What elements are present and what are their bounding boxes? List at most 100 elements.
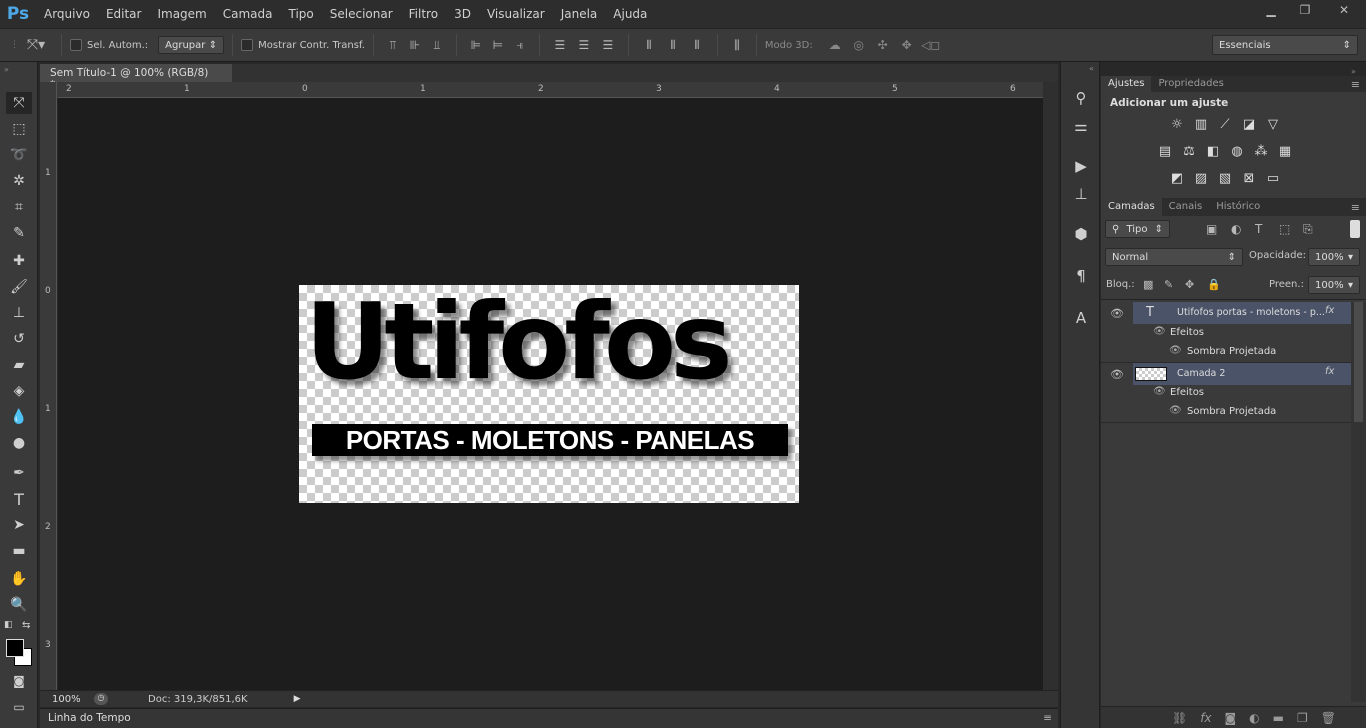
levels-icon[interactable]: ▥ bbox=[1192, 116, 1210, 132]
collapse-icon[interactable]: » bbox=[1351, 67, 1356, 76]
menu-selecionar[interactable]: Selecionar bbox=[322, 0, 401, 28]
menu-arquivo[interactable]: Arquivo bbox=[36, 0, 98, 28]
panel-menu-icon[interactable]: ≡ bbox=[1043, 712, 1052, 724]
menu-editar[interactable]: Editar bbox=[98, 0, 150, 28]
threshold-icon[interactable]: ▧ bbox=[1216, 170, 1234, 186]
paragraph-icon[interactable]: ¶ bbox=[1069, 264, 1093, 288]
filter-smart-object-icon[interactable]: ⎘ bbox=[1303, 222, 1313, 237]
crop-tool-icon[interactable]: ⌗ bbox=[6, 196, 32, 218]
marquee-tool-icon[interactable]: ⬚ bbox=[6, 118, 32, 140]
quick-mask-icon[interactable]: ◙ bbox=[6, 670, 32, 692]
align-bottom-icon[interactable]: ⫫ bbox=[426, 38, 448, 53]
visibility-eye-icon[interactable]: 👁 bbox=[1153, 326, 1166, 337]
layer-name[interactable]: Camada 2 bbox=[1177, 368, 1225, 379]
visibility-eye-icon[interactable]: 👁 bbox=[1169, 405, 1182, 416]
scrollbar-thumb[interactable] bbox=[1354, 302, 1363, 422]
photo-filter-icon[interactable]: ◍ bbox=[1228, 143, 1246, 159]
black-white-icon[interactable]: ◧ bbox=[1204, 143, 1222, 159]
minimize-button[interactable]: ▁ bbox=[1254, 0, 1288, 20]
auto-select-checkbox[interactable] bbox=[70, 39, 82, 51]
document-tab[interactable]: Sem Título-1 @ 100% (RGB/8) *× bbox=[40, 64, 232, 91]
healing-brush-tool-icon[interactable]: ✚ bbox=[6, 250, 32, 272]
brush-tool-icon[interactable]: 🖌 bbox=[6, 276, 32, 298]
document-canvas[interactable]: Utifofos PORTAS - MOLETONS - PANELAS bbox=[299, 285, 799, 503]
layers-scrollbar[interactable] bbox=[1351, 302, 1366, 702]
scale-3d-icon[interactable]: ◁◻ bbox=[919, 38, 943, 52]
hue-saturation-icon[interactable]: ▤ bbox=[1156, 143, 1174, 159]
slide-3d-icon[interactable]: ✥ bbox=[895, 38, 919, 52]
fx-icon[interactable]: fx bbox=[1325, 305, 1334, 316]
blur-tool-icon[interactable]: 💧 bbox=[6, 406, 32, 428]
add-mask-icon[interactable]: ◙ bbox=[1225, 711, 1237, 725]
link-layers-icon[interactable]: ⛓ bbox=[1172, 711, 1187, 725]
menu-3d[interactable]: 3D bbox=[446, 0, 479, 28]
path-selection-tool-icon[interactable]: ➤ bbox=[6, 514, 32, 536]
tab-propriedades[interactable]: Propriedades bbox=[1151, 76, 1230, 92]
tab-camadas[interactable]: Camadas bbox=[1101, 198, 1162, 216]
workspace-dropdown[interactable]: Essenciais ⇕ bbox=[1212, 35, 1358, 55]
delete-layer-icon[interactable]: 🗑 bbox=[1321, 711, 1336, 725]
filter-toggle[interactable] bbox=[1350, 220, 1360, 238]
gradient-map-icon[interactable]: ▭ bbox=[1264, 170, 1282, 186]
visibility-eye-icon[interactable]: 👁 bbox=[1169, 345, 1182, 356]
tagline-text-layer[interactable]: PORTAS - MOLETONS - PANELAS bbox=[312, 424, 788, 456]
show-transform-checkbox[interactable] bbox=[241, 39, 254, 51]
menu-tipo[interactable]: Tipo bbox=[281, 0, 322, 28]
zoom-tool-icon[interactable]: 🔍 bbox=[6, 594, 32, 616]
brush-settings-icon[interactable]: ⚌ bbox=[1069, 114, 1093, 138]
panel-menu-icon[interactable]: ≡ bbox=[1351, 201, 1360, 214]
align-hcenter-icon[interactable]: ⊨ bbox=[487, 38, 509, 52]
magic-wand-tool-icon[interactable]: ✲ bbox=[6, 170, 32, 192]
default-colors-icon[interactable]: ◧ bbox=[4, 620, 13, 630]
menu-ajuda[interactable]: Ajuda bbox=[605, 0, 655, 28]
dodge-tool-icon[interactable]: ● bbox=[6, 432, 32, 454]
vibrance-icon[interactable]: ▽ bbox=[1264, 116, 1282, 132]
new-layer-icon[interactable]: ❐ bbox=[1297, 711, 1308, 725]
status-menu-arrow-icon[interactable]: ▶ bbox=[294, 694, 301, 704]
lock-all-icon[interactable]: 🔒 bbox=[1207, 278, 1221, 291]
layer-filter-dropdown[interactable]: ⚲ Tipo ⇕ bbox=[1105, 220, 1170, 238]
foreground-color-swatch[interactable] bbox=[6, 639, 24, 657]
maximize-button[interactable]: ❐ bbox=[1288, 0, 1322, 20]
type-tool-icon[interactable]: T bbox=[6, 488, 32, 510]
roll-3d-icon[interactable]: ◎ bbox=[847, 38, 871, 52]
distribute-top-icon[interactable]: ☰ bbox=[548, 38, 572, 52]
lock-position-icon[interactable]: ✥ bbox=[1185, 278, 1194, 291]
collapse-icon[interactable]: » bbox=[4, 65, 9, 74]
menu-visualizar[interactable]: Visualizar bbox=[479, 0, 553, 28]
status-info-icon[interactable]: ◷ bbox=[94, 693, 108, 705]
layer-effects-row[interactable]: 👁 Efeitos bbox=[1101, 384, 1351, 403]
layer-effect-row[interactable]: 👁 Sombra Projetada bbox=[1101, 343, 1351, 362]
distribute-vcenter-icon[interactable]: ☰ bbox=[572, 38, 596, 52]
visibility-eye-icon[interactable]: 👁 bbox=[1110, 307, 1124, 320]
clone-stamp-tool-icon[interactable]: ⊥ bbox=[6, 302, 32, 324]
lock-image-icon[interactable]: ✎ bbox=[1164, 278, 1173, 291]
lasso-tool-icon[interactable]: ➰ bbox=[6, 144, 32, 166]
align-vcenter-icon[interactable]: ⊪ bbox=[404, 38, 426, 52]
actions-play-icon[interactable]: ▶ bbox=[1069, 154, 1093, 178]
hand-tool-icon[interactable]: ✋ bbox=[6, 568, 32, 590]
menu-camada[interactable]: Camada bbox=[215, 0, 281, 28]
zoom-level[interactable]: 100% bbox=[40, 694, 88, 705]
visibility-eye-icon[interactable]: 👁 bbox=[1153, 386, 1166, 397]
layer-name[interactable]: Utifofos portas - moletons - p... bbox=[1177, 307, 1325, 318]
horizontal-ruler[interactable]: 2 1 0 1 2 3 4 5 6 bbox=[58, 82, 1043, 98]
color-balance-icon[interactable]: ⚖ bbox=[1180, 143, 1198, 159]
move-tool-preset-icon[interactable]: ⤧▾ bbox=[19, 37, 53, 53]
distribute-left-icon[interactable]: ⦀ bbox=[637, 38, 661, 53]
filter-pixel-icon[interactable]: ▣ bbox=[1206, 222, 1217, 236]
visibility-eye-icon[interactable]: 👁 bbox=[1110, 368, 1124, 381]
posterize-icon[interactable]: ▨ bbox=[1192, 170, 1210, 186]
auto-align-icon[interactable]: ⫼ bbox=[726, 38, 748, 53]
filter-type-icon[interactable]: T bbox=[1255, 222, 1262, 236]
rectangle-tool-icon[interactable]: ▬ bbox=[6, 540, 32, 562]
brightness-contrast-icon[interactable]: ☼ bbox=[1168, 116, 1186, 132]
layer-row-camada2[interactable]: 👁 Camada 2 fx bbox=[1101, 362, 1351, 385]
filter-shape-icon[interactable]: ⬚ bbox=[1279, 222, 1290, 236]
pen-tool-icon[interactable]: ✒ bbox=[6, 462, 32, 484]
history-brush-tool-icon[interactable]: ↺ bbox=[6, 328, 32, 350]
vertical-ruler[interactable]: 1 0 1 2 3 bbox=[40, 82, 57, 690]
auto-select-dropdown[interactable]: Agrupar ⇕ bbox=[158, 36, 225, 54]
swap-colors-icon[interactable]: ⇆ bbox=[22, 620, 30, 631]
opacity-field[interactable]: 100% ▾ bbox=[1308, 248, 1360, 266]
